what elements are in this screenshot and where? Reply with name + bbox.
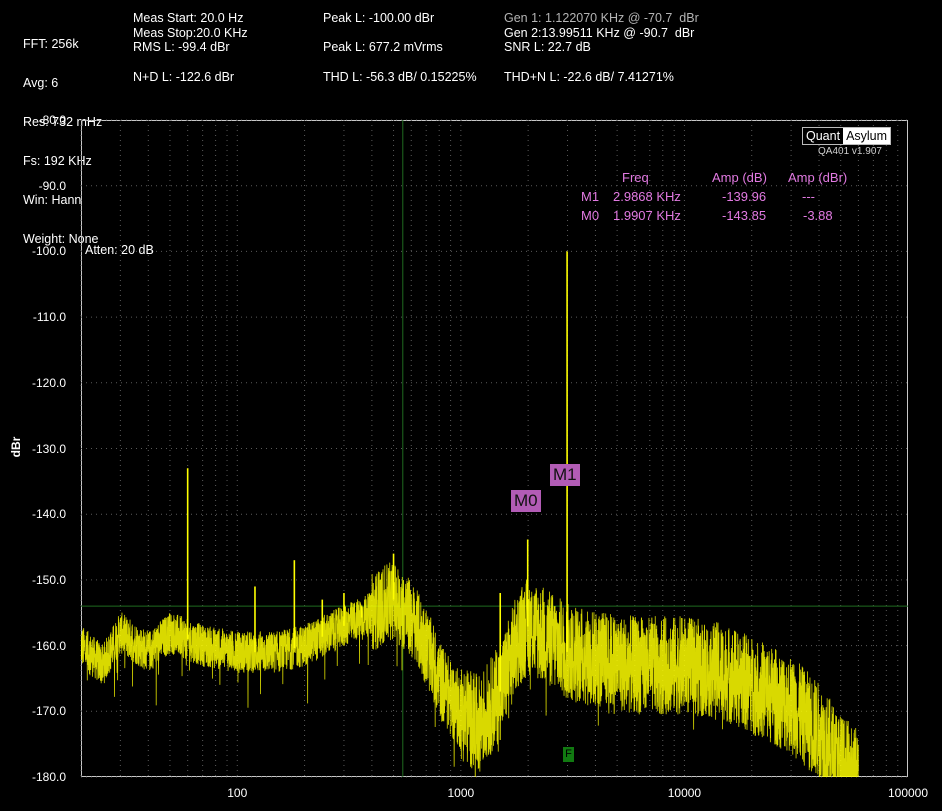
marker-row-amp-db: -143.85: [722, 208, 767, 223]
marker-col-amp-db: Amp (dB): [712, 170, 767, 185]
spectrum-plot[interactable]: [0, 0, 942, 811]
marker-row-name: M0: [581, 208, 600, 223]
marker-row-name: M1: [581, 189, 600, 204]
quantasylum-logo: Quant Asylum: [802, 127, 892, 145]
version-label: QA401 v1.907: [818, 146, 882, 157]
logo-part2: Asylum: [843, 128, 891, 144]
logo-part1: Quant: [803, 128, 844, 144]
marker-row-freq: 2.9868 KHz: [613, 189, 681, 204]
marker-col-freq: Freq: [622, 170, 649, 185]
cursor-f-tag[interactable]: F: [563, 747, 574, 762]
trace-group: [81, 251, 859, 777]
noise-floor-trace: [81, 562, 859, 777]
marker-row-amp-db: -139.96: [722, 189, 767, 204]
attenuation-label: Atten: 20 dB: [85, 243, 154, 257]
marker-row-amp-dbr: -3.88: [803, 208, 833, 223]
marker-m0-tag[interactable]: M0: [511, 490, 541, 512]
marker-col-amp-dbr: Amp (dBr): [788, 170, 848, 185]
marker-row-amp-dbr: ---: [802, 189, 815, 204]
marker-row-freq: 1.9907 KHz: [613, 208, 681, 223]
marker-m1-tag[interactable]: M1: [550, 464, 580, 486]
